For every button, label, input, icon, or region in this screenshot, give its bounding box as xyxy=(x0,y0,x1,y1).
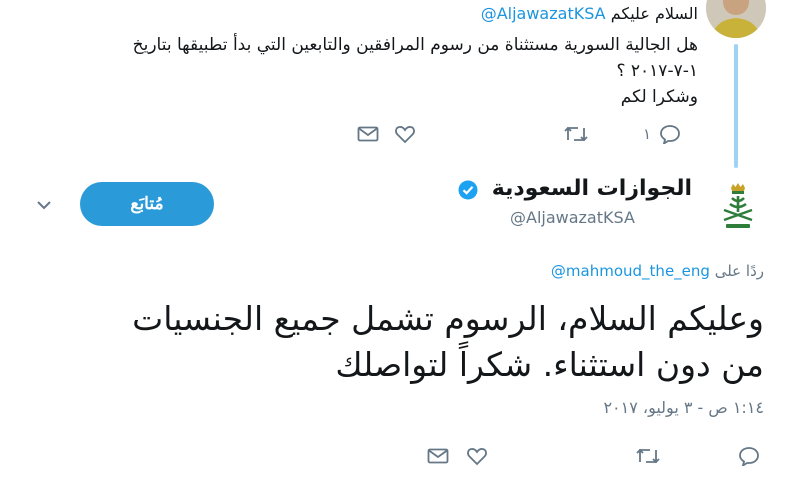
heart-icon xyxy=(395,126,415,144)
tweet-timestamp[interactable]: ١:١٤ ص - ٣ يوليو، ٢٠١٧ xyxy=(603,398,764,417)
chevron-down-icon xyxy=(37,201,51,210)
retweet-icon xyxy=(564,126,588,142)
main-action-like[interactable] xyxy=(466,446,488,466)
reply-greeting: السلام عليكم xyxy=(610,4,698,23)
reply-text-line: ١-٧-٢٠١٧ ؟ xyxy=(616,61,698,81)
verified-badge xyxy=(458,180,478,200)
reply-action-like[interactable] xyxy=(394,124,416,144)
replying-to-label: ردًا على xyxy=(714,262,764,280)
main-tweet-text-line: من دون استثناء. شكراً لتواصلك xyxy=(335,345,764,384)
main-action-reply[interactable] xyxy=(738,446,760,466)
tweet-menu-caret[interactable] xyxy=(36,200,52,210)
following-button[interactable]: مُتابَع xyxy=(80,182,214,226)
reply-action-retweet[interactable] xyxy=(563,124,589,144)
main-author-avatar[interactable] xyxy=(712,180,764,232)
verified-badge-icon xyxy=(458,180,478,200)
reply-icon xyxy=(660,125,680,144)
replying-to-line: ردًا على @mahmoud_the_eng xyxy=(551,262,764,280)
reply-mention-handle[interactable]: @AljawazatKSA xyxy=(481,4,606,23)
main-display-name[interactable]: الجوازات السعودية xyxy=(492,176,692,201)
reply-text-line: وشكرا لكم xyxy=(620,87,698,107)
reply-action-message[interactable] xyxy=(357,126,379,142)
main-tweet-text-line: وعليكم السلام، الرسوم تشمل جميع الجنسيات xyxy=(132,299,764,338)
profile-photo-icon xyxy=(706,0,766,38)
reply-text: هل الجالية السورية مستثناة من رسوم المرا… xyxy=(88,32,698,110)
replying-to-handle[interactable]: @mahmoud_the_eng xyxy=(551,262,710,280)
envelope-icon xyxy=(427,448,449,464)
reply-text-line: هل الجالية السورية مستثناة من رسوم المرا… xyxy=(132,35,698,55)
main-screen-name[interactable]: @AljawazatKSA xyxy=(510,208,635,227)
reply-count: ١ xyxy=(643,125,652,143)
saudi-emblem-icon xyxy=(713,181,763,231)
heart-icon xyxy=(467,448,487,466)
reply-header: السلام عليكم @AljawazatKSA xyxy=(481,4,698,23)
thread-connector-line xyxy=(734,44,738,168)
envelope-icon xyxy=(357,126,379,142)
reply-author-avatar[interactable] xyxy=(706,0,766,38)
main-action-message[interactable] xyxy=(427,448,449,464)
main-tweet-text: وعليكم السلام، الرسوم تشمل جميع الجنسيات… xyxy=(24,296,764,388)
reply-icon xyxy=(739,447,759,466)
retweet-icon xyxy=(636,448,660,464)
reply-action-reply[interactable]: ١ xyxy=(643,124,681,144)
main-action-retweet[interactable] xyxy=(635,446,661,466)
